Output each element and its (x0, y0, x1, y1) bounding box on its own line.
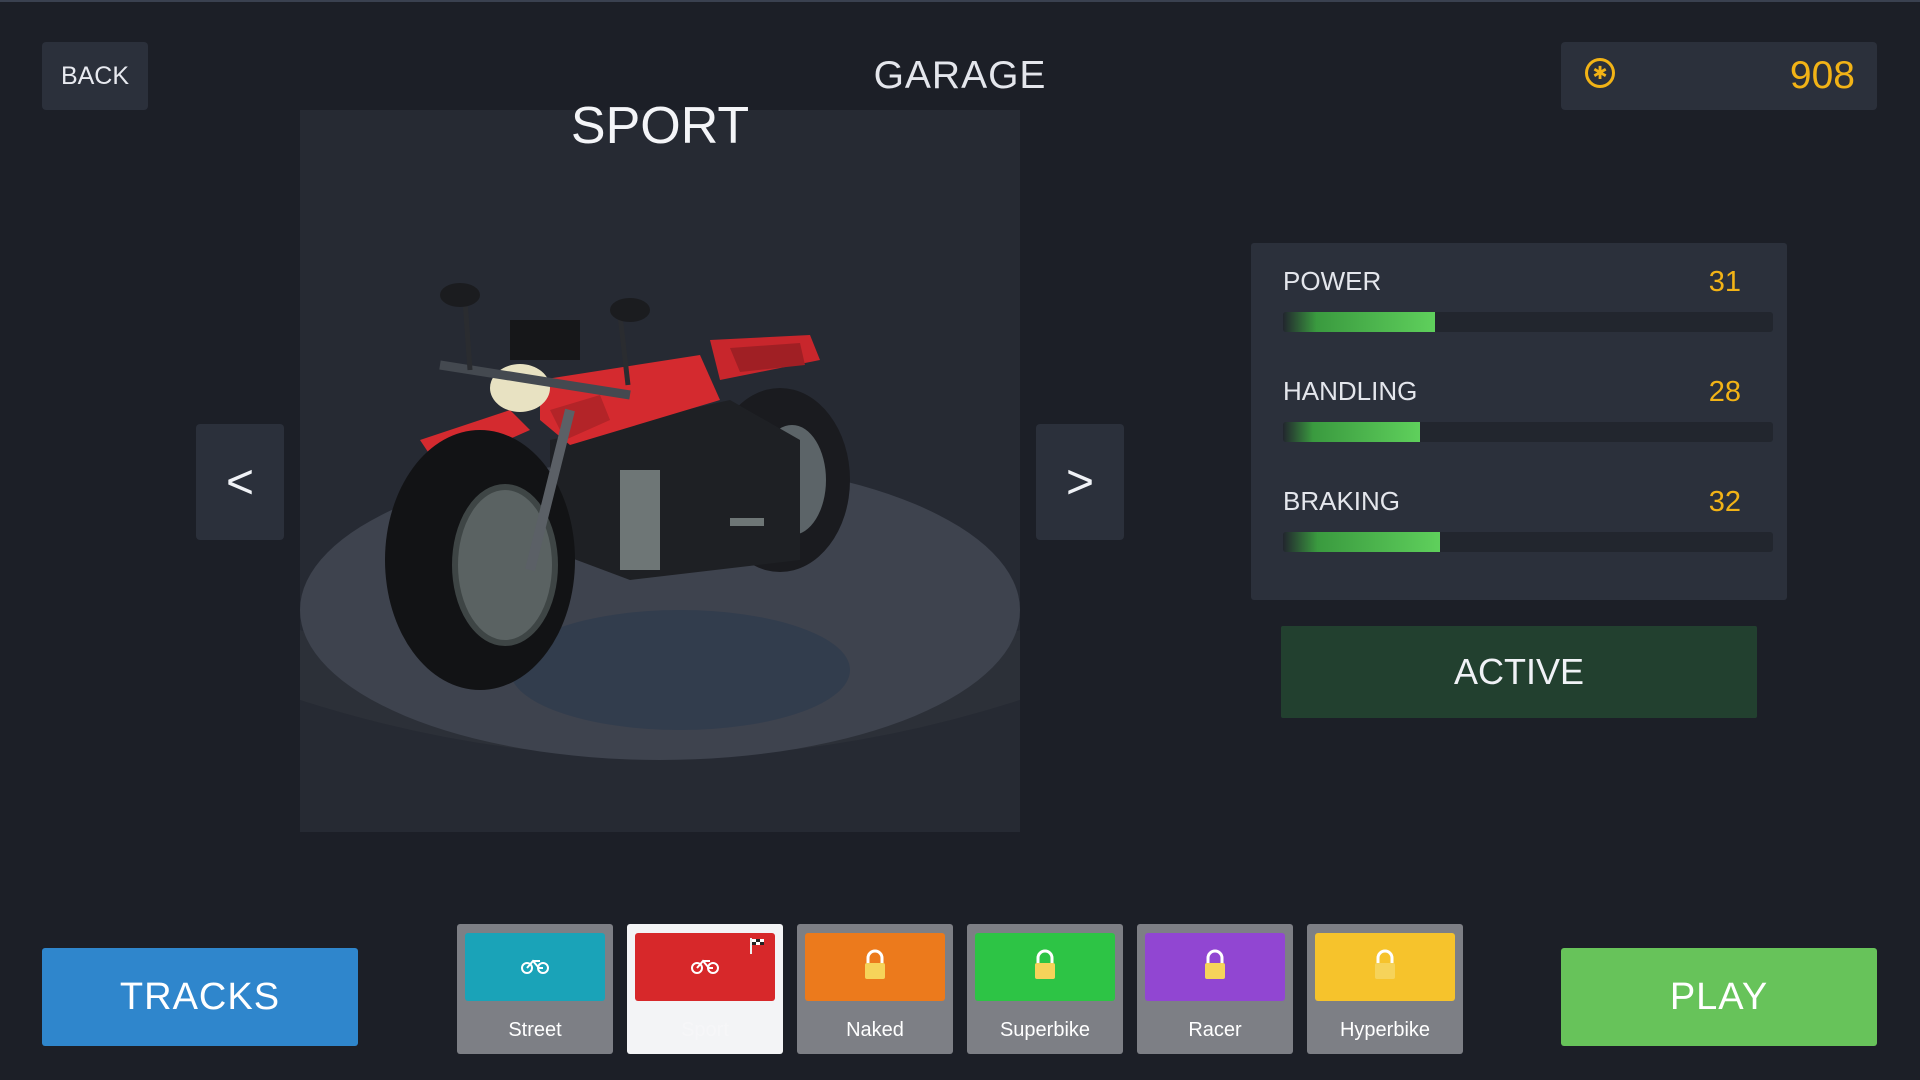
bike-card-label: Superbike (999, 1019, 1091, 1041)
bike-card-street[interactable]: Street (457, 924, 613, 1054)
bike-card-label: Street (508, 1019, 562, 1041)
bike-viewer[interactable] (300, 110, 1020, 832)
stat-power: POWER 31 (1283, 266, 1773, 346)
bike-card-label: Hyperbike (1339, 1019, 1431, 1041)
bike-card-label: Racer (1188, 1019, 1242, 1041)
stat-bar (1283, 312, 1773, 332)
lock-icon (858, 948, 892, 987)
bike-card-swatch (1145, 933, 1285, 1001)
page-title: GARAGE (873, 54, 1047, 97)
bike-card-sport[interactable]: Sport (627, 924, 783, 1054)
bike-card-label: Sport (681, 1019, 729, 1041)
bike-card-swatch (975, 933, 1115, 1001)
lock-icon (1368, 948, 1402, 987)
stat-handling: HANDLING 28 (1283, 376, 1773, 456)
bike-card-naked[interactable]: Naked (797, 924, 953, 1054)
stat-braking: BRAKING 32 (1283, 486, 1773, 566)
bike-card-swatch (805, 933, 945, 1001)
bike-scene-illustration (300, 283, 1020, 760)
stat-bar-fill (1283, 532, 1440, 552)
stats-panel: POWER 31 HANDLING 28 BRAKING 32 (1251, 243, 1787, 600)
stat-bar (1283, 532, 1773, 552)
stat-bar (1283, 422, 1773, 442)
bike-card-swatch (1315, 933, 1455, 1001)
bike-card-swatch (465, 933, 605, 1001)
stat-bar-fill (1283, 312, 1435, 332)
play-button[interactable]: PLAY (1561, 948, 1877, 1046)
bike-card-racer[interactable]: Racer (1137, 924, 1293, 1054)
lock-icon (1198, 948, 1232, 987)
coin-value: 908 (1789, 54, 1855, 97)
stat-bar-fill (1283, 422, 1420, 442)
next-bike-button[interactable]: > (1036, 424, 1124, 540)
stat-label: HANDLING (1283, 376, 1418, 406)
stat-value: 32 (1708, 486, 1741, 518)
checkered-flag-icon (749, 937, 767, 955)
previous-bike-button[interactable]: < (196, 424, 284, 540)
top-border (0, 0, 1920, 2)
bike-card-label: Naked (846, 1019, 904, 1041)
bike-icon (690, 955, 720, 980)
stat-label: POWER (1283, 266, 1382, 296)
bike-card-hyperbike[interactable]: Hyperbike (1307, 924, 1463, 1054)
bike-card-swatch (635, 933, 775, 1001)
stat-value: 28 (1708, 376, 1741, 408)
stat-label: BRAKING (1283, 486, 1401, 516)
lock-icon (1028, 948, 1062, 987)
coin-balance: ✱ 908 (1561, 42, 1877, 110)
bike-name: SPORT (570, 97, 750, 155)
back-button[interactable]: BACK (42, 42, 148, 110)
coin-icon: ✱ (1585, 58, 1615, 88)
bike-icon (520, 955, 550, 980)
active-button[interactable]: ACTIVE (1281, 626, 1757, 718)
tracks-button[interactable]: TRACKS (42, 948, 358, 1046)
bike-card-superbike[interactable]: Superbike (967, 924, 1123, 1054)
stat-value: 31 (1708, 266, 1741, 298)
